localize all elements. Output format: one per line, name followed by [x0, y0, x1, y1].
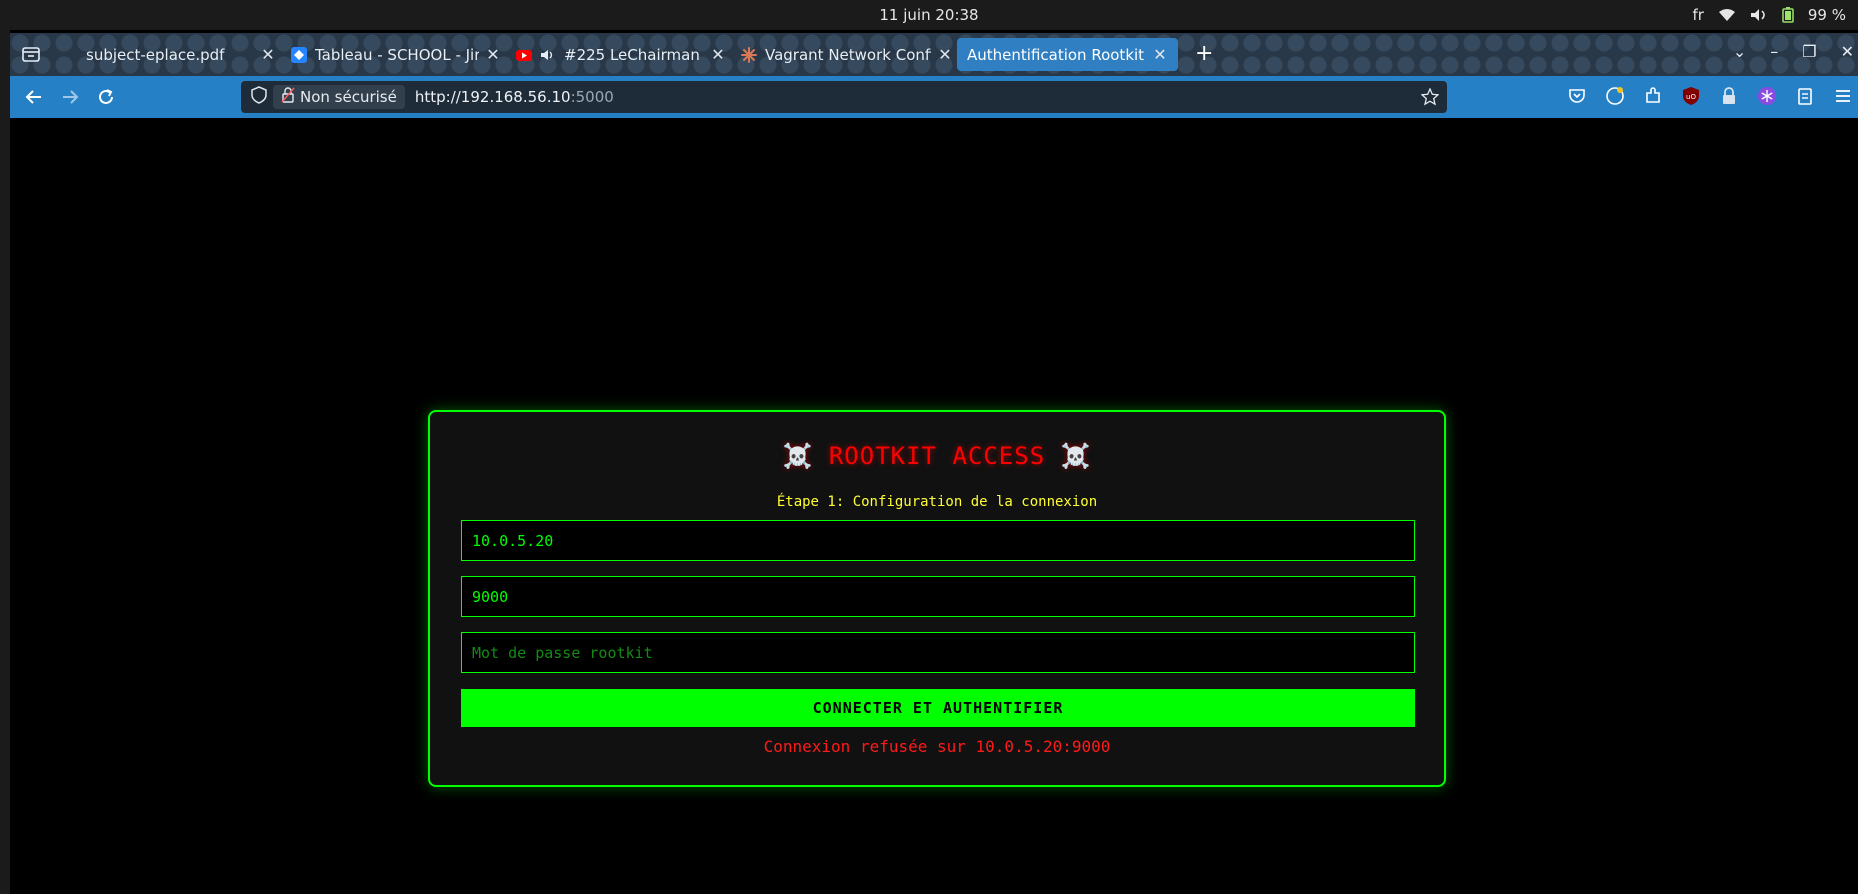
maximize-icon[interactable]: ❐ [1802, 42, 1816, 61]
url-port: :5000 [570, 88, 614, 106]
connect-authenticate-button[interactable]: CONNECTER ET AUTHENTIFIER [461, 689, 1415, 727]
close-icon[interactable]: ✕ [710, 45, 726, 64]
close-icon[interactable]: ✕ [260, 45, 276, 64]
rootkit-password-input[interactable] [461, 632, 1415, 673]
left-window-edge [0, 30, 10, 894]
youtube-icon [516, 47, 532, 63]
extensions-icon[interactable] [1642, 85, 1664, 107]
pocket-icon[interactable] [1566, 85, 1588, 107]
tab-list-chevron-icon[interactable]: ⌄ [1733, 42, 1746, 61]
system-clock[interactable]: 11 juin 20:38 [0, 6, 1858, 24]
close-icon[interactable]: ✕ [1152, 45, 1168, 64]
firefox-view-icon[interactable] [20, 43, 42, 65]
tab-jira[interactable]: Tableau - SCHOOL - Jira ✕ [291, 38, 501, 71]
account-sync-icon[interactable] [1604, 85, 1626, 107]
audio-playing-icon[interactable] [540, 47, 556, 63]
rootkit-auth-card: ☠️ ROOTKIT ACCESS ☠️ Étape 1: Configurat… [428, 410, 1446, 787]
insecure-lock-icon [281, 87, 295, 107]
tab-subject-pdf[interactable]: subject-eplace.pdf ✕ [86, 38, 276, 71]
tab-strip: subject-eplace.pdf ✕ Tableau - SCHOOL - … [10, 33, 1858, 76]
window-controls: ⌄ – ❐ ✕ [1733, 42, 1854, 61]
connection-error-message: Connexion refusée sur 10.0.5.20:9000 [763, 737, 1111, 756]
svg-text:uO: uO [1686, 93, 1696, 101]
reader-notes-icon[interactable] [1794, 85, 1816, 107]
url-text[interactable]: http://192.168.56.10:5000 [415, 88, 614, 106]
reload-icon[interactable] [94, 85, 118, 109]
navigation-bar: Non sécurisé http://192.168.56.10:5000 u… [10, 76, 1858, 118]
volume-icon [1750, 8, 1768, 22]
site-security-indicator[interactable]: Non sécurisé [273, 85, 405, 109]
step-subtitle: Étape 1: Configuration de la connexion [776, 494, 1098, 510]
close-window-icon[interactable]: ✕ [1841, 42, 1854, 61]
url-bar[interactable]: Non sécurisé http://192.168.56.10:5000 [241, 81, 1447, 113]
port-input[interactable] [461, 576, 1415, 617]
language-indicator[interactable]: fr [1692, 6, 1703, 24]
wifi-icon [1718, 8, 1736, 22]
lock-extension-icon[interactable] [1718, 85, 1740, 107]
snowflake-extension-icon[interactable] [1756, 85, 1778, 107]
tab-youtube[interactable]: #225 LeChairman & Th ✕ [516, 38, 726, 71]
tracking-protection-shield-icon[interactable] [251, 86, 267, 108]
minimize-icon[interactable]: – [1770, 42, 1778, 61]
url-host: http://192.168.56.10 [414, 88, 571, 106]
security-label: Non sécurisé [300, 88, 397, 106]
system-top-bar: 11 juin 20:38 fr 99 % [0, 0, 1858, 30]
ip-address-input[interactable] [461, 520, 1415, 561]
forward-icon[interactable] [58, 85, 82, 109]
toolbar-extensions: uO [1566, 85, 1854, 107]
battery-level: 99 % [1807, 6, 1846, 24]
system-tray[interactable]: fr 99 % [1692, 6, 1846, 24]
bookmark-star-icon[interactable] [1420, 87, 1440, 110]
hamburger-menu-icon[interactable] [1832, 85, 1854, 107]
new-tab-button[interactable]: + [1195, 43, 1213, 65]
page-title: ☠️ ROOTKIT ACCESS ☠️ [782, 442, 1092, 470]
back-icon[interactable] [22, 85, 46, 109]
claude-icon [741, 46, 757, 63]
tab-vagrant[interactable]: Vagrant Network Configu ✕ [741, 38, 953, 71]
tab-authentification-rootkit[interactable]: Authentification Rootkit ✕ [957, 38, 1178, 71]
battery-icon [1782, 7, 1794, 23]
close-icon[interactable]: ✕ [937, 45, 953, 64]
ublock-origin-icon[interactable]: uO [1680, 85, 1702, 107]
jira-icon [291, 46, 307, 63]
close-icon[interactable]: ✕ [485, 45, 501, 64]
